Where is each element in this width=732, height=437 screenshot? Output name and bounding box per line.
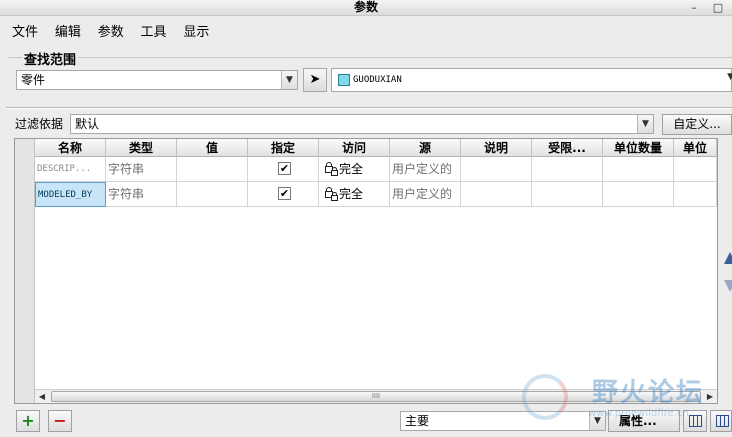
designate-checkbox[interactable]: ✔ [278, 162, 291, 175]
cell-source[interactable]: 用户定义的 [390, 157, 461, 182]
model-name-field[interactable]: GUODUXIAN ▼ [331, 68, 732, 92]
chevron-down-icon[interactable]: ▼ [589, 412, 605, 430]
cell-designate: ✔ [248, 157, 319, 182]
access-text: 完全 [339, 187, 364, 201]
table-layout-button[interactable] [710, 410, 732, 432]
add-parameter-button[interactable]: + [16, 410, 40, 432]
cell-name[interactable]: MODELED_BY [35, 182, 106, 207]
remove-parameter-button[interactable]: − [48, 410, 72, 432]
row-header-column [15, 139, 35, 403]
lock-icon [323, 186, 339, 202]
table-row[interactable]: MODELED_BY 字符串 ✔ 完全 用户定义的 [35, 182, 717, 207]
cell-description[interactable] [461, 157, 532, 182]
menu-display[interactable]: 显示 [177, 22, 215, 44]
window-controls: – □ [684, 0, 728, 16]
chevron-down-icon[interactable]: ▼ [727, 72, 732, 82]
access-text: 完全 [339, 162, 364, 176]
window-title: 参数 [353, 0, 378, 14]
chevron-down-icon[interactable]: ▼ [637, 115, 653, 133]
cell-restricted[interactable] [532, 182, 603, 207]
cell-unit-quantity[interactable] [603, 182, 674, 207]
part-icon [338, 74, 350, 86]
cell-restricted[interactable] [532, 157, 603, 182]
cell-designate: ✔ [248, 182, 319, 207]
view-select[interactable]: 主要 ▼ [400, 411, 606, 431]
maximize-button[interactable]: □ [708, 1, 728, 16]
chevron-down-icon[interactable]: ▼ [281, 71, 297, 89]
properties-button[interactable]: 属性... [608, 410, 680, 432]
column-header-name[interactable]: 名称 [35, 139, 106, 157]
filter-label: 过滤依据 [15, 117, 64, 131]
column-header-value[interactable]: 值 [177, 139, 248, 157]
cell-source[interactable]: 用户定义的 [390, 182, 461, 207]
cell-value[interactable] [177, 157, 248, 182]
scope-type-value: 零件 [21, 73, 46, 87]
table-grid-icon [716, 415, 729, 427]
move-up-icon[interactable] [724, 252, 732, 264]
cell-unit[interactable] [674, 182, 717, 207]
select-model-button[interactable]: ➤ [303, 68, 327, 92]
cell-unit[interactable] [674, 157, 717, 182]
view-value: 主要 [405, 414, 430, 428]
pointer-arrow-icon: ➤ [309, 72, 321, 87]
cell-description[interactable] [461, 182, 532, 207]
horizontal-scrollbar[interactable]: ◀ IIII ▶ [35, 389, 717, 403]
column-header-designate[interactable]: 指定 [248, 139, 319, 157]
column-header-unit[interactable]: 单位 [674, 139, 717, 157]
column-header-type[interactable]: 类型 [106, 139, 177, 157]
cell-value[interactable] [177, 182, 248, 207]
move-down-icon[interactable] [724, 280, 732, 292]
menu-tools[interactable]: 工具 [135, 22, 173, 44]
table-columns-button[interactable] [683, 410, 707, 432]
lock-icon [323, 161, 339, 177]
cell-type[interactable]: 字符串 [106, 182, 177, 207]
cell-unit-quantity[interactable] [603, 157, 674, 182]
title-bar: 参数 – □ [0, 0, 732, 16]
column-header-unit-quantity[interactable]: 单位数量 [603, 139, 674, 157]
scroll-left-icon[interactable]: ◀ [35, 390, 49, 403]
scroll-right-icon[interactable]: ▶ [703, 390, 717, 403]
scroll-thumb[interactable]: IIII [51, 391, 701, 402]
menu-bar: 文件 编辑 参数 工具 显示 [0, 22, 732, 44]
scope-group-title: 查找范围 [22, 49, 79, 68]
section-separator [6, 107, 732, 109]
model-name: GUODUXIAN [353, 75, 402, 85]
menu-file[interactable]: 文件 [6, 22, 44, 44]
column-header-source[interactable]: 源 [390, 139, 461, 157]
table-grid-icon [689, 415, 702, 427]
column-header-description[interactable]: 说明 [461, 139, 532, 157]
cell-type[interactable]: 字符串 [106, 157, 177, 182]
table-header: 名称 类型 值 指定 访问 源 说明 受限... 单位数量 单位 [35, 139, 717, 157]
customize-button[interactable]: 自定义... [662, 114, 732, 135]
scope-type-select[interactable]: 零件 ▼ [16, 70, 298, 90]
cell-access[interactable]: 完全 [319, 182, 390, 207]
column-header-access[interactable]: 访问 [319, 139, 390, 157]
table-row[interactable]: DESCRIP... 字符串 ✔ 完全 用户定义的 [35, 157, 717, 182]
column-header-restricted[interactable]: 受限... [532, 139, 603, 157]
cell-access[interactable]: 完全 [319, 157, 390, 182]
menu-parameters[interactable]: 参数 [92, 22, 130, 44]
group-divider [8, 57, 732, 58]
menu-edit[interactable]: 编辑 [49, 22, 87, 44]
filter-select[interactable]: 默认 ▼ [70, 114, 654, 134]
designate-checkbox[interactable]: ✔ [278, 187, 291, 200]
cell-name[interactable]: DESCRIP... [35, 157, 106, 182]
filter-value: 默认 [75, 117, 100, 131]
minimize-button[interactable]: – [684, 1, 704, 16]
parameter-table: 名称 类型 值 指定 访问 源 说明 受限... 单位数量 单位 DESCRIP… [14, 138, 718, 404]
